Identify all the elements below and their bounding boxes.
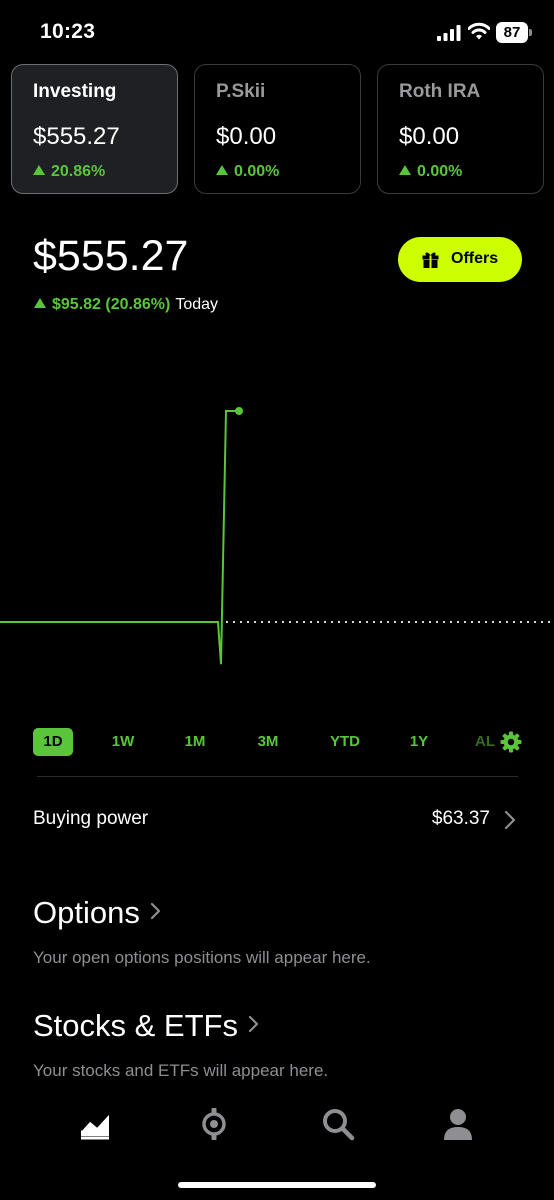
range-1d[interactable]: 1D <box>33 728 73 756</box>
tab-crypto[interactable] <box>196 1106 232 1142</box>
gift-icon <box>422 252 439 268</box>
portfolio-screen: 10:23 87 Investing $555.27 20.86% P.Skii… <box>0 0 554 1200</box>
portfolio-value: $555.27 <box>33 232 189 280</box>
chevron-right-icon <box>248 1015 259 1033</box>
account-card-roth-ira[interactable]: Roth IRA $0.00 0.00% <box>377 64 544 194</box>
search-icon <box>323 1109 355 1141</box>
account-name: Roth IRA <box>399 81 481 102</box>
tab-account[interactable] <box>440 1106 476 1142</box>
tab-investing[interactable] <box>77 1106 113 1142</box>
range-1w[interactable]: 1W <box>103 728 143 756</box>
home-indicator <box>178 1182 376 1188</box>
portfolio-chart[interactable] <box>0 330 554 730</box>
chevron-right-icon <box>504 810 516 830</box>
options-empty-text: Your open options positions will appear … <box>33 948 371 967</box>
profile-icon <box>444 1109 472 1140</box>
chart-end-marker <box>235 407 243 415</box>
up-arrow-icon <box>216 165 228 175</box>
buying-power-row[interactable]: Buying power $63.37 <box>0 800 554 840</box>
stocks-section-title[interactable]: Stocks & ETFs <box>33 1008 259 1044</box>
buying-power-value: $63.37 <box>431 808 490 829</box>
range-3m[interactable]: 3M <box>248 728 288 756</box>
account-change: 0.00% <box>216 163 279 181</box>
account-card-pskii[interactable]: P.Skii $0.00 0.00% <box>194 64 361 194</box>
account-change: 20.86% <box>33 163 105 181</box>
account-change: 0.00% <box>399 163 462 181</box>
options-section-title[interactable]: Options <box>33 895 161 931</box>
chevron-right-icon <box>150 902 160 920</box>
account-value: $555.27 <box>33 123 120 150</box>
range-ytd[interactable]: YTD <box>322 728 368 756</box>
up-arrow-icon <box>34 298 46 308</box>
account-card-investing[interactable]: Investing $555.27 20.86% <box>11 64 178 194</box>
account-name: Investing <box>33 81 117 102</box>
offers-button[interactable]: Offers <box>398 237 522 282</box>
tab-search[interactable] <box>320 1106 356 1142</box>
range-all[interactable]: AL <box>470 728 500 756</box>
today-change: $95.82 (20.86%) Today <box>34 296 218 314</box>
today-change-amount: $95.82 (20.86%) <box>52 296 171 313</box>
tab-bar <box>0 1100 554 1150</box>
offers-label: Offers <box>451 250 499 267</box>
battery-icon: 87 <box>496 22 532 43</box>
stocks-empty-text: Your stocks and ETFs will appear here. <box>33 1061 329 1080</box>
up-arrow-icon <box>33 165 45 175</box>
time-range-selector: 1D 1W 1M 3M YTD 1Y AL <box>0 728 554 758</box>
range-1y[interactable]: 1Y <box>399 728 439 756</box>
today-change-label: Today <box>175 296 219 313</box>
account-switcher: Investing $555.27 20.86% P.Skii $0.00 0.… <box>11 64 544 195</box>
status-time: 10:23 <box>40 20 96 43</box>
cellular-signal-icon <box>437 25 461 41</box>
divider <box>37 776 518 777</box>
battery-level: 87 <box>496 22 528 43</box>
gear-icon[interactable] <box>500 731 522 753</box>
account-value: $0.00 <box>399 123 460 150</box>
wifi-icon <box>468 22 490 40</box>
range-1m[interactable]: 1M <box>175 728 215 756</box>
account-name: P.Skii <box>216 81 266 102</box>
status-bar: 10:23 87 <box>0 0 554 66</box>
buying-power-label: Buying power <box>33 808 149 829</box>
up-arrow-icon <box>399 165 411 175</box>
chart-line <box>0 410 239 665</box>
account-value: $0.00 <box>216 123 277 150</box>
